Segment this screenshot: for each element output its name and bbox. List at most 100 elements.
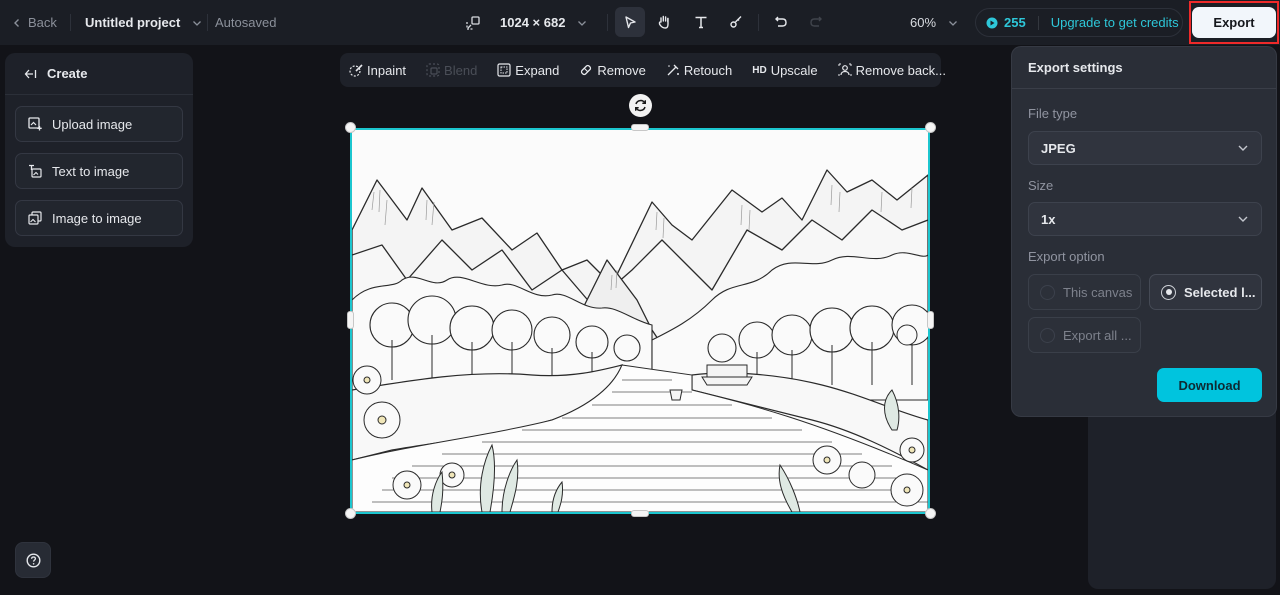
credits-pill[interactable]: 255 Upgrade to get credits [975,8,1183,37]
expand-button[interactable]: Expand [497,63,559,78]
canvas-size-dropdown[interactable]: 1024 × 682 [500,0,587,45]
text-to-image-button[interactable]: Text to image [15,153,183,189]
help-button[interactable] [15,542,51,578]
size-select[interactable]: 1x [1028,202,1262,236]
resize-handle-bottom-left[interactable] [345,508,356,519]
inpaint-label: Inpaint [367,62,407,78]
project-title-dropdown[interactable]: Untitled project [85,0,202,45]
upscale-button[interactable]: HD Upscale [752,63,817,78]
zoom-dropdown[interactable]: 60% [910,0,958,45]
radio-unchecked-icon [1040,284,1055,300]
cursor-arrow-icon [625,16,636,29]
blend-label: Blend [444,62,478,78]
file-type-select[interactable]: JPEG [1028,131,1262,165]
size-label: Size [1028,178,1054,193]
resize-canvas-button[interactable] [466,0,480,45]
zoom-level: 60% [910,15,937,30]
remove-background-button[interactable]: Remove back... [838,63,946,78]
resize-handle-top-left[interactable] [345,122,356,133]
text-icon [695,16,707,29]
create-panel-title: Create [47,66,88,81]
image-to-image-label: Image to image [52,210,142,226]
chevron-down-icon [949,20,957,26]
resize-handle-top[interactable] [631,124,649,131]
hd-icon: HD [752,64,767,76]
remove-label: Remove [597,62,646,78]
divider [758,14,759,31]
option-this-canvas[interactable]: This canvas [1028,274,1141,310]
upload-image-icon [28,117,42,131]
back-label: Back [28,15,57,30]
brush-icon [730,16,742,28]
credits-count: 255 [1004,15,1026,30]
brush-tool[interactable] [721,7,751,37]
resize-handle-bottom[interactable] [631,510,649,517]
divider [607,14,608,31]
resize-handle-right[interactable] [927,311,934,329]
divider [207,14,208,31]
create-panel-header[interactable]: Create [5,53,193,95]
back-button[interactable]: Back [12,0,57,45]
credit-coin-icon [986,17,998,28]
project-title: Untitled project [85,15,181,30]
inpaint-icon [349,64,363,77]
retouch-wand-icon [667,64,679,76]
create-panel: Create Upload image Text to image Image … [5,53,193,247]
export-settings-popup: Export settings File type JPEG Size 1x E… [1011,46,1277,417]
autosave-status: Autosaved [215,15,277,30]
rotate-handle[interactable] [629,94,652,117]
resize-icon [466,15,480,30]
remove-background-label: Remove back... [855,62,946,78]
blend-icon [426,63,440,77]
eraser-icon [581,64,592,76]
upload-image-label: Upload image [52,116,133,132]
collapse-left-icon [24,69,37,78]
retouch-button[interactable]: Retouch [666,63,732,78]
file-type-label: File type [1028,106,1078,121]
hand-tool[interactable] [649,7,679,37]
option-selected-layers[interactable]: Selected l... [1149,274,1262,310]
expand-label: Expand [515,62,560,78]
image-edit-toolbar: Inpaint Blend Expand Remove Retouch HD U… [340,53,946,87]
blend-button[interactable]: Blend [426,63,477,78]
canvas-image[interactable] [350,128,930,514]
select-tool[interactable] [615,7,645,37]
divider [1037,15,1039,30]
text-tool[interactable] [686,7,716,37]
option-label: This canvas [1063,284,1133,300]
inpaint-button[interactable]: Inpaint [349,63,406,78]
export-button[interactable]: Export [1192,7,1276,38]
image-to-image-button[interactable]: Image to image [15,200,183,236]
image-to-image-icon [28,211,42,225]
radio-checked-icon [1161,284,1176,300]
option-label: Selected l... [1184,284,1256,300]
remove-background-icon [838,63,852,76]
upscale-label: Upscale [770,62,818,78]
resize-handle-left[interactable] [347,311,354,329]
option-export-all[interactable]: Export all ... [1028,317,1141,353]
undo-button[interactable] [766,7,796,37]
radio-unchecked-icon [1040,327,1055,343]
chevron-left-icon [14,18,19,27]
file-type-value: JPEG [1041,140,1076,156]
download-button[interactable]: Download [1157,368,1262,402]
help-question-icon [25,552,41,568]
upload-image-button[interactable]: Upload image [15,106,183,142]
top-bar: Back Untitled project Autosaved 1024 × 6… [0,0,1280,45]
remove-button[interactable]: Remove [579,62,646,78]
resize-handle-top-right[interactable] [925,122,936,133]
size-value: 1x [1041,211,1056,227]
text-to-image-label: Text to image [52,163,130,179]
chevron-down-icon [1238,145,1248,151]
retouch-label: Retouch [683,62,733,78]
redo-button[interactable] [801,7,831,37]
chevron-down-icon [578,20,587,26]
text-to-image-icon [29,164,42,178]
divider [70,14,71,31]
redo-icon [810,16,822,27]
canvas-size: 1024 × 682 [500,15,566,30]
upgrade-link[interactable]: Upgrade to get credits [1051,15,1179,30]
option-label: Export all ... [1063,327,1132,343]
rotate-icon [635,99,646,112]
resize-handle-bottom-right[interactable] [925,508,936,519]
